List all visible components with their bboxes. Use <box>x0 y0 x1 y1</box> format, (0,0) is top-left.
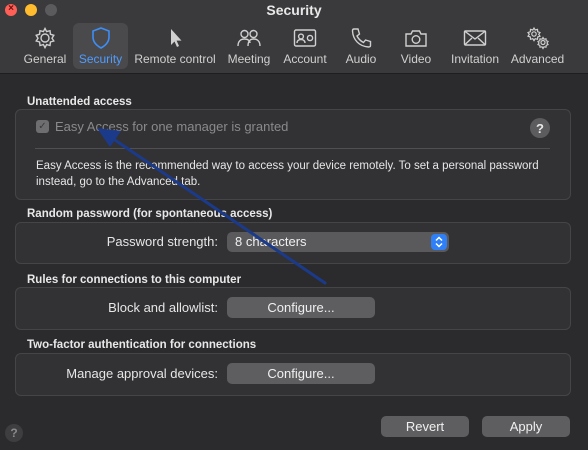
tab-account[interactable]: Account <box>281 23 329 69</box>
section-heading-two-factor: Two-factor authentication for connection… <box>27 339 257 351</box>
tab-meeting[interactable]: Meeting <box>225 23 273 69</box>
people-icon <box>237 29 261 47</box>
password-strength-select[interactable]: 8 characters <box>227 232 449 252</box>
configure-blocklist-button[interactable]: Configure... <box>227 297 375 318</box>
password-strength-value: 8 characters <box>235 234 307 249</box>
easy-access-checkbox[interactable]: ✓ <box>36 120 49 133</box>
section-heading-random-password: Random password (for spontaneous access) <box>27 208 273 220</box>
tab-audio[interactable]: Audio <box>339 23 383 69</box>
camera-icon <box>405 30 427 47</box>
tab-label: Security <box>78 52 123 66</box>
tab-video[interactable]: Video <box>396 23 436 69</box>
section-heading-unattended: Unattended access <box>27 96 132 108</box>
gear-icon <box>35 26 55 50</box>
tab-advanced[interactable]: Advanced <box>510 23 565 69</box>
section-heading-rules: Rules for connections to this computer <box>27 274 242 286</box>
id-card-icon <box>293 29 317 47</box>
apply-button[interactable]: Apply <box>482 416 570 437</box>
manage-devices-label: Manage approval devices: <box>66 366 218 381</box>
configure-devices-button[interactable]: Configure... <box>227 363 375 384</box>
tab-label: Advanced <box>510 52 565 66</box>
window-title: Security <box>266 2 322 18</box>
pointer-icon <box>171 29 182 47</box>
gears-icon <box>526 26 549 50</box>
tab-label: Invitation <box>450 52 500 66</box>
divider <box>35 148 550 149</box>
tab-security[interactable]: Security <box>73 23 128 69</box>
tab-label: Meeting <box>227 52 271 66</box>
easy-access-label: Easy Access for one manager is granted <box>55 119 289 134</box>
title-bar: × Security General Security Remote contr… <box>0 0 588 74</box>
tab-label: General <box>23 52 67 66</box>
chevron-updown-icon <box>431 234 447 250</box>
tab-label: Account <box>283 52 327 66</box>
tab-label: Audio <box>345 52 377 66</box>
envelope-icon <box>463 30 487 46</box>
block-allowlist-label: Block and allowlist: <box>108 300 218 315</box>
revert-button[interactable]: Revert <box>381 416 469 437</box>
shield-icon <box>91 27 110 49</box>
tab-label: Video <box>400 52 432 66</box>
password-strength-label: Password strength: <box>106 234 218 249</box>
footer-help-button[interactable]: ? <box>5 424 23 442</box>
help-button[interactable]: ? <box>530 118 550 138</box>
easy-access-description: Easy Access is the recommended way to ac… <box>36 160 539 188</box>
phone-icon <box>351 28 372 48</box>
tab-remote-control[interactable]: Remote control <box>133 23 217 69</box>
tab-label: Remote control <box>134 52 216 66</box>
tab-general[interactable]: General <box>20 23 70 69</box>
easy-access-row: ✓ Easy Access for one manager is granted <box>36 119 288 134</box>
tab-invitation[interactable]: Invitation <box>447 23 503 69</box>
